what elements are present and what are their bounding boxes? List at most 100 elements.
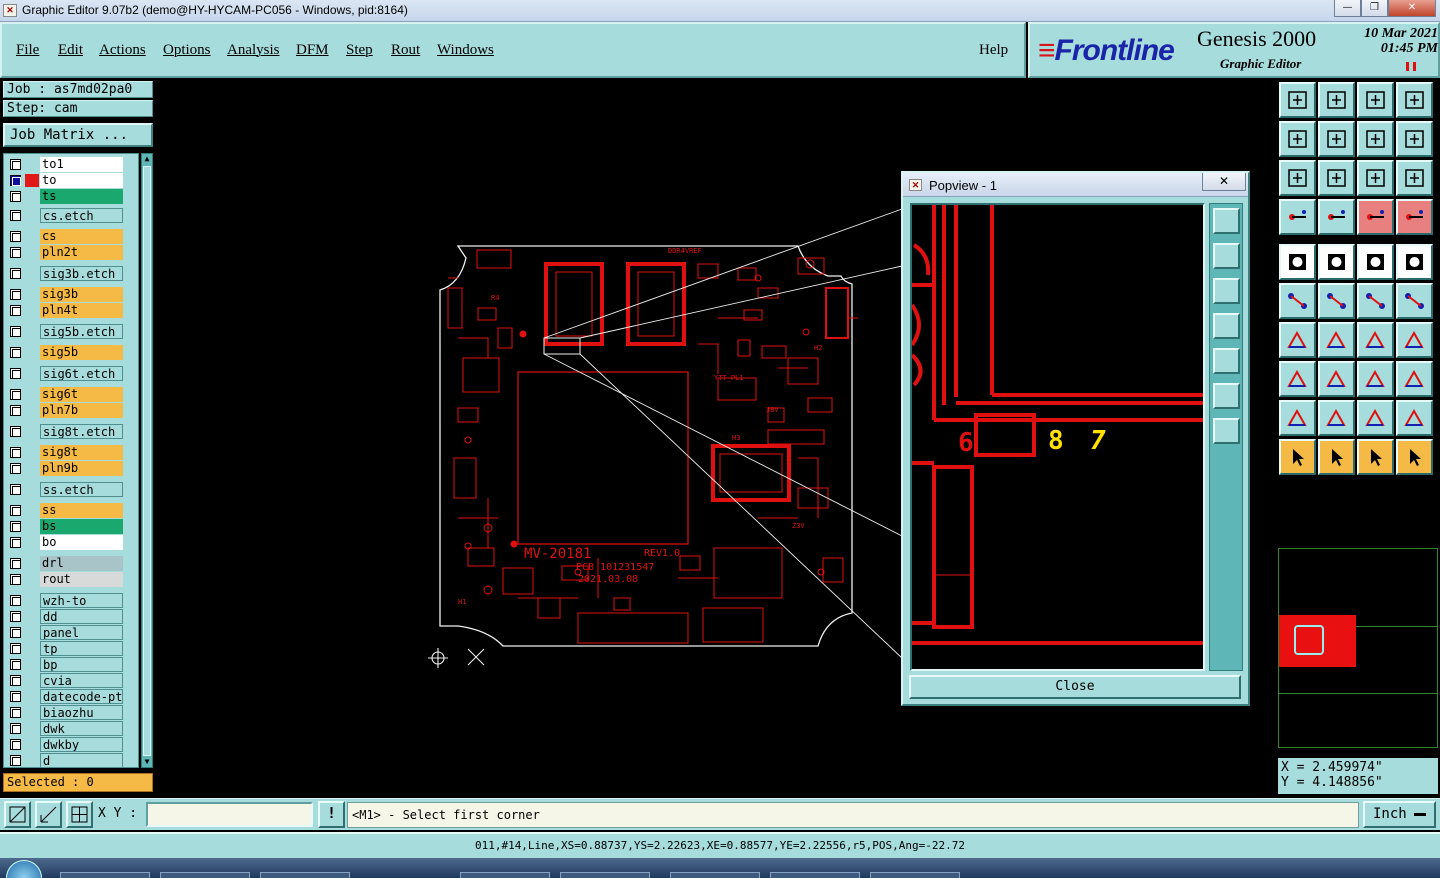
pv-pan-up-icon[interactable]: [1213, 243, 1240, 269]
scroll-thumb[interactable]: [143, 166, 151, 756]
layer-name[interactable]: sig6t: [40, 387, 123, 402]
move-point-icon[interactable]: [1357, 283, 1394, 319]
fill-icon[interactable]: [1318, 244, 1355, 280]
layer-checkbox[interactable]: [10, 426, 21, 437]
layer-checkbox[interactable]: [10, 675, 21, 686]
layer-name[interactable]: bs: [40, 519, 123, 534]
layer-scrollbar[interactable]: ▲ ▼: [141, 153, 153, 768]
layer-name[interactable]: drl: [40, 556, 123, 571]
layer-checkbox[interactable]: [10, 463, 21, 474]
layer-name[interactable]: sig5b: [40, 345, 123, 360]
menu-options[interactable]: Options: [163, 42, 211, 59]
pad-icon[interactable]: [1279, 244, 1316, 280]
fit-icon[interactable]: [1279, 160, 1316, 196]
mirror-icon[interactable]: [1396, 322, 1433, 358]
layer-name[interactable]: to1: [40, 157, 123, 172]
arc-icon[interactable]: [1357, 322, 1394, 358]
scroll-down-icon[interactable]: ▼: [143, 757, 151, 767]
resize-icon[interactable]: [1357, 361, 1394, 397]
menu-file[interactable]: File: [16, 42, 39, 59]
task-button[interactable]: [560, 872, 650, 878]
menu-rout[interactable]: Rout: [391, 42, 420, 59]
undo-icon[interactable]: [1357, 121, 1394, 157]
layer-name[interactable]: ss.etch: [40, 482, 123, 497]
layer-name[interactable]: ss: [40, 503, 123, 518]
layer-checkbox[interactable]: [10, 659, 21, 670]
layer-checkbox[interactable]: [10, 191, 21, 202]
layer-name[interactable]: dd: [40, 609, 123, 624]
properties-icon[interactable]: [1279, 199, 1316, 235]
layer-name[interactable]: sig8t.etch: [40, 424, 123, 439]
layer-name[interactable]: cs.etch: [40, 208, 123, 223]
layer-checkbox[interactable]: [10, 537, 21, 548]
layer-name[interactable]: sig5b.etch: [40, 324, 123, 339]
layer-name[interactable]: dwk: [40, 721, 123, 736]
minimize-button[interactable]: —: [1334, 0, 1361, 17]
maximize-button[interactable]: ❐: [1361, 0, 1388, 17]
warning-icon[interactable]: !: [318, 801, 345, 828]
layer-checkbox[interactable]: [10, 739, 21, 750]
cross-icon[interactable]: [1318, 283, 1355, 319]
pv-pan-right-icon[interactable]: [1213, 348, 1240, 374]
layer-name[interactable]: biaozhu: [40, 705, 123, 720]
layer-checkbox[interactable]: [10, 289, 21, 300]
triangle-icon[interactable]: [1279, 400, 1316, 436]
polygon-icon[interactable]: [1318, 400, 1355, 436]
probe-icon[interactable]: [1318, 199, 1355, 235]
layer-name[interactable]: pln9b: [40, 461, 123, 476]
snap-icon[interactable]: [4, 801, 31, 828]
layer-checkbox[interactable]: [10, 707, 21, 718]
pv-pan-left-icon[interactable]: [1213, 313, 1240, 339]
open-icon[interactable]: [1279, 82, 1316, 118]
layer-name[interactable]: to: [40, 173, 123, 188]
group-icon[interactable]: [1396, 361, 1433, 397]
zoom-in-icon[interactable]: [1279, 121, 1316, 157]
layer-checkbox[interactable]: [10, 643, 21, 654]
layer-checkbox[interactable]: [10, 595, 21, 606]
overview-viewport[interactable]: [1294, 625, 1324, 655]
layer-name[interactable]: d: [40, 753, 123, 767]
redo-icon[interactable]: [1396, 121, 1433, 157]
layer-checkbox[interactable]: [10, 723, 21, 734]
layer-name[interactable]: sig3b: [40, 287, 123, 302]
layer-name[interactable]: ts: [40, 189, 123, 204]
menu-dfm[interactable]: DFM: [296, 42, 329, 59]
drill-icon[interactable]: [1396, 244, 1433, 280]
popview-close-icon[interactable]: ✕: [1202, 173, 1246, 191]
layer-name[interactable]: dwkby: [40, 737, 123, 752]
unit-selector[interactable]: Inch: [1363, 801, 1436, 828]
overview-map[interactable]: [1278, 548, 1438, 748]
save-icon[interactable]: [1318, 82, 1355, 118]
task-button[interactable]: [160, 872, 250, 878]
scale-icon[interactable]: [1357, 160, 1394, 196]
layer-checkbox[interactable]: [10, 268, 21, 279]
angle-icon[interactable]: [1279, 322, 1316, 358]
layer-checkbox[interactable]: [10, 210, 21, 221]
layer-checkbox[interactable]: [10, 611, 21, 622]
popview-canvas[interactable]: 6 8 7: [910, 203, 1205, 671]
pause-icon[interactable]: [1406, 62, 1416, 71]
layer-checkbox[interactable]: [10, 484, 21, 495]
layer-checkbox[interactable]: [10, 305, 21, 316]
layer-checkbox[interactable]: [10, 159, 21, 170]
layer-checkbox[interactable]: [10, 447, 21, 458]
zoom-out-icon[interactable]: [1318, 121, 1355, 157]
layer-checkbox[interactable]: [10, 389, 21, 400]
measure-icon[interactable]: [35, 801, 62, 828]
layer-name[interactable]: bp: [40, 657, 123, 672]
net-icon[interactable]: [1357, 199, 1394, 235]
start-icon[interactable]: [6, 860, 42, 878]
layer-checkbox[interactable]: [10, 558, 21, 569]
menu-help[interactable]: Help: [979, 42, 1008, 59]
task-button[interactable]: [260, 872, 350, 878]
layer-checkbox[interactable]: [10, 574, 21, 585]
menu-windows[interactable]: Windows: [437, 42, 494, 59]
contour-icon[interactable]: [1396, 400, 1433, 436]
layer-name[interactable]: datecode-pto: [40, 689, 123, 704]
grid-icon[interactable]: [66, 801, 93, 828]
panel-icon[interactable]: [1396, 82, 1433, 118]
task-button[interactable]: [770, 872, 860, 878]
help-icon[interactable]: [1396, 160, 1433, 196]
layer-name[interactable]: cs: [40, 229, 123, 244]
menu-step[interactable]: Step: [346, 42, 373, 59]
